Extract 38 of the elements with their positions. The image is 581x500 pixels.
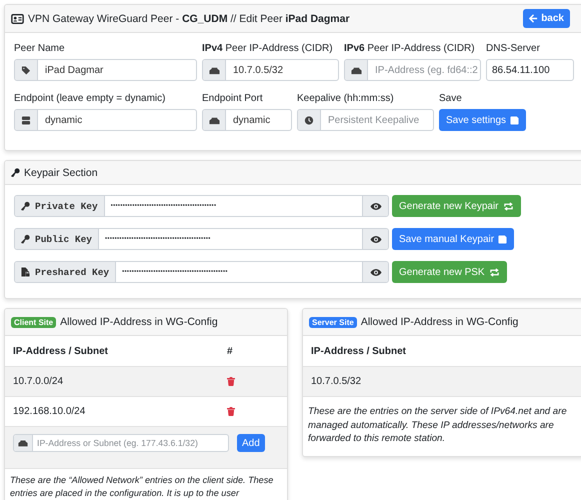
section-title: Allowed IP-Address in WG-Config xyxy=(360,316,520,328)
field-label: Save xyxy=(439,93,463,104)
field-label: IPv4 Peer IP-Address (CIDR) xyxy=(202,43,334,54)
note-text: These are the “Allowed Network” entries on the client side. These entries are placed in the configuration. It is up to the user xyxy=(9,474,274,500)
column-header: IP-Address / Subnet xyxy=(13,346,110,356)
note-text: These are the entries on the server side of IPv64.net and are managed automatically. These IP addresses/networks are forwarded to this remote station. xyxy=(307,405,568,446)
trash-icon[interactable] xyxy=(227,407,235,416)
trash-icon[interactable] xyxy=(227,377,235,386)
add-button[interactable]: Add xyxy=(237,434,265,452)
page-title: VPN Gateway WireGuard Peer - CG_UDM // Edit Peer iPad Dagmar xyxy=(28,12,351,24)
id-card-icon xyxy=(11,14,24,24)
sync-icon xyxy=(504,202,512,210)
generate-button[interactable]: Generate new PSK xyxy=(392,261,507,283)
arrow-left-icon xyxy=(529,14,538,23)
field-label: Endpoint (leave empty = dynamic) xyxy=(14,93,166,104)
column-header: IP-Address / Subnet xyxy=(311,346,408,356)
site-badge: Client Site xyxy=(11,316,56,328)
field-label: Peer Name xyxy=(14,43,66,54)
section-title: Allowed IP-Address in WG-Config xyxy=(60,316,219,328)
section-title: Keypair Section xyxy=(24,166,99,178)
field-label: Endpoint Port xyxy=(202,93,264,104)
save-icon xyxy=(510,116,519,124)
column-header: # xyxy=(227,346,234,356)
field-label: DNS-Server xyxy=(486,43,541,54)
site-badge: Server Site xyxy=(309,316,357,328)
table-cell-text: 10.7.0.0/24 xyxy=(13,376,64,387)
field-label: Keepalive (hh:mm:ss) xyxy=(297,93,395,104)
field-label: IPv6 Peer IP-Address (CIDR) xyxy=(344,43,476,54)
table-cell-text: 192.168.10.0/24 xyxy=(13,406,86,417)
save-button[interactable]: Save manual Keypair xyxy=(392,228,514,250)
table-cell-text: 10.7.0.5/32 xyxy=(311,376,362,387)
save-settings-button[interactable]: Save settings xyxy=(439,109,526,131)
back-button[interactable]: back xyxy=(523,9,570,28)
input-field[interactable]: 86.54.11.100 xyxy=(486,59,574,81)
key-icon xyxy=(11,168,20,177)
generate-button[interactable]: Generate new Keypair xyxy=(392,195,521,217)
sync-icon xyxy=(490,268,498,276)
save-icon xyxy=(498,234,507,244)
